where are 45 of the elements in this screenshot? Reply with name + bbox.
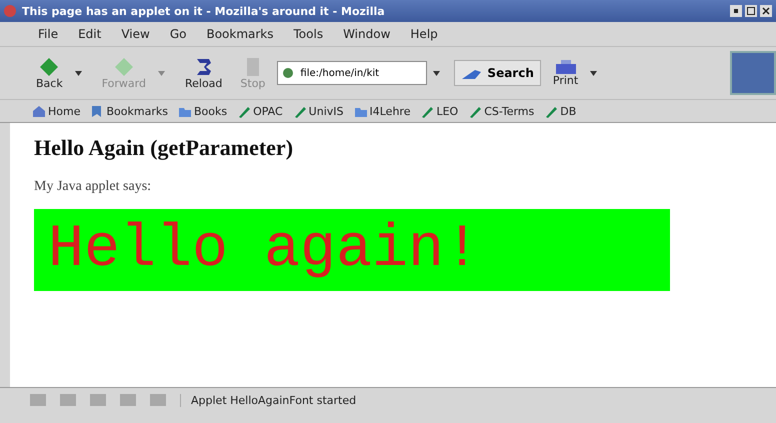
print-button[interactable]: Print xyxy=(546,58,584,88)
bookmark-link[interactable]: Books xyxy=(178,104,228,118)
menu-item[interactable]: Help xyxy=(410,27,438,41)
page-heading: Hello Again (getParameter) xyxy=(34,135,294,161)
menu-item[interactable]: File xyxy=(38,27,58,41)
maximize-icon[interactable] xyxy=(745,5,757,17)
bookmark-link[interactable]: I4Lehre xyxy=(354,104,410,118)
menu-item[interactable]: Go xyxy=(170,27,186,41)
house-icon xyxy=(32,104,46,118)
bookmark-link[interactable]: DB xyxy=(544,104,576,118)
pen-icon xyxy=(544,104,558,118)
page-icon xyxy=(282,67,294,79)
search-button[interactable]: Search xyxy=(454,60,541,86)
bookmark-link[interactable]: Bookmarks xyxy=(90,104,168,118)
dropdown-arrow-icon[interactable] xyxy=(433,70,440,76)
dropdown-arrow-icon[interactable] xyxy=(590,70,598,76)
menu-item[interactable]: Bookmarks xyxy=(206,27,274,41)
menu-item[interactable]: Window xyxy=(343,27,390,41)
back-arrow-icon xyxy=(38,56,60,76)
menu-item[interactable]: View xyxy=(121,27,150,41)
pen-icon xyxy=(468,104,482,118)
pen-icon xyxy=(237,104,252,118)
menu-item[interactable]: Tools xyxy=(294,27,324,41)
pen-icon xyxy=(292,104,307,118)
app-icon xyxy=(4,5,16,17)
forward-arrow-icon xyxy=(112,56,135,76)
status-text: Applet HelloAgainFont started xyxy=(180,394,491,406)
back-button[interactable]: Back xyxy=(30,54,69,92)
reload-button[interactable]: Reload xyxy=(178,54,228,92)
dropdown-arrow-icon[interactable] xyxy=(74,70,82,76)
page-text: My Java applet says: xyxy=(34,179,152,195)
bookmark-link[interactable]: Home xyxy=(32,104,80,118)
bookmark-link[interactable]: LEO xyxy=(420,104,458,118)
window-title: This page has an applet on it - Mozilla's around it - Mozilla xyxy=(22,4,386,18)
applet-message: Hello again! xyxy=(48,216,480,284)
menu-item[interactable]: Edit xyxy=(78,27,102,41)
address-field[interactable]: file:/home/in/kit xyxy=(277,61,428,85)
printer-icon xyxy=(556,60,576,74)
pen-icon xyxy=(420,104,434,118)
minimize-icon[interactable] xyxy=(730,5,742,17)
throbber-logo[interactable] xyxy=(730,51,776,95)
bookmark-link[interactable]: CS-Terms xyxy=(468,104,534,118)
close-icon[interactable] xyxy=(760,5,772,17)
bookmark-link[interactable]: OPAC xyxy=(237,104,283,118)
bookmark-link[interactable]: UnivIS xyxy=(292,104,344,118)
